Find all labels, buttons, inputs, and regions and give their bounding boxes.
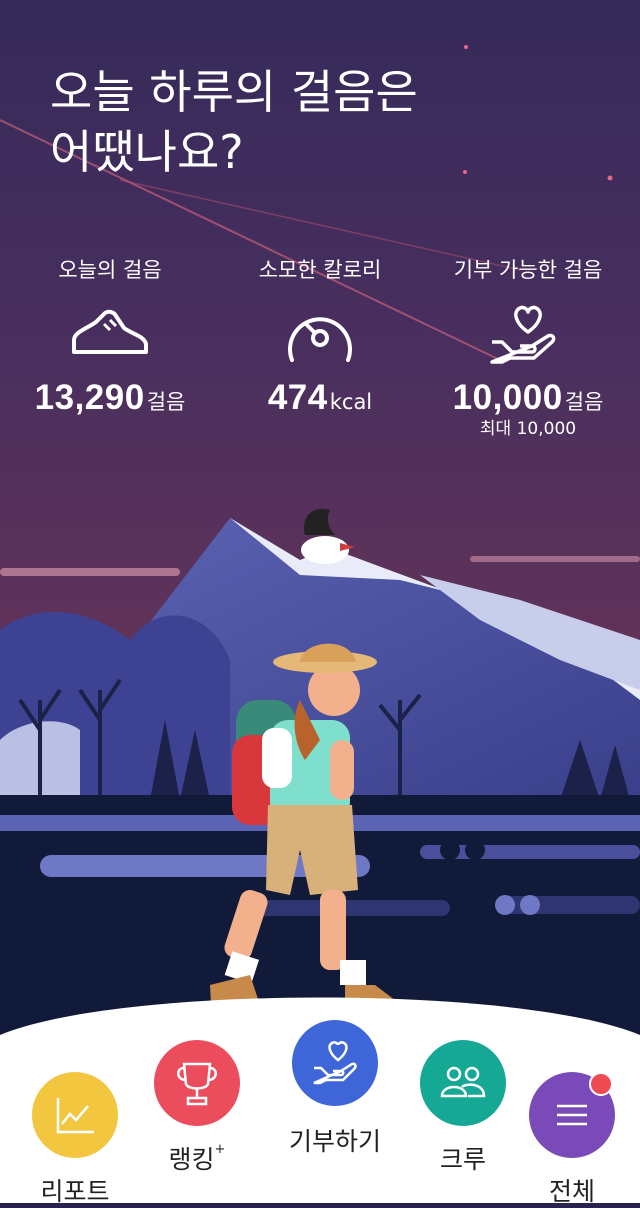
stat-donatable-label: 기부 가능한 걸음 bbox=[453, 258, 603, 282]
nav-donate-label: 기부하기 bbox=[288, 1127, 381, 1156]
chart-icon bbox=[56, 1098, 94, 1134]
heart-hand-icon bbox=[313, 1041, 357, 1085]
nav-crew-button[interactable]: 크루 bbox=[408, 1040, 518, 1176]
stat-steps-unit: 걸음 bbox=[146, 390, 186, 414]
page-title: 오늘 하루의 걸음은 어땠나요? bbox=[50, 62, 418, 182]
stat-steps-value: 13,290 bbox=[34, 378, 145, 417]
stat-steps: 오늘의 걸음 13,290걸음 bbox=[10, 256, 210, 418]
stat-donatable: 기부 가능한 걸음 10,000걸음 최대 10,000 bbox=[428, 256, 628, 439]
stat-calories-label: 소모한 칼로리 bbox=[258, 258, 382, 282]
stat-donatable-unit: 걸음 bbox=[564, 390, 604, 414]
stat-donatable-value: 10,000 bbox=[452, 378, 563, 417]
nav-crew-label: 크루 bbox=[439, 1145, 486, 1174]
people-icon bbox=[440, 1066, 486, 1098]
page-title-line2: 어땠나요? bbox=[50, 125, 244, 179]
nav-donate-circle bbox=[292, 1020, 378, 1106]
nav-report-button[interactable]: 리포트 bbox=[22, 1072, 128, 1208]
sneaker-icon bbox=[72, 309, 148, 354]
page-title-line1: 오늘 하루의 걸음은 bbox=[50, 65, 418, 119]
nav-ranking-circle bbox=[154, 1040, 240, 1126]
nav-report-circle bbox=[32, 1072, 118, 1158]
nav-donate-button[interactable]: 기부하기 bbox=[270, 1020, 400, 1158]
stat-steps-label: 오늘의 걸음 bbox=[58, 258, 162, 282]
nav-crew-circle bbox=[420, 1040, 506, 1126]
heart-hand-icon bbox=[490, 305, 556, 364]
stat-calories: 소모한 칼로리 474kcal bbox=[220, 256, 420, 418]
nav-all-button[interactable]: 전체 bbox=[520, 1072, 624, 1208]
nav-ranking-plus: + bbox=[214, 1142, 226, 1157]
trophy-icon bbox=[177, 1062, 217, 1106]
nav-all-circle bbox=[529, 1072, 615, 1158]
speedometer-icon bbox=[288, 317, 352, 362]
nav-ranking-button[interactable]: 랭킹+ bbox=[140, 1040, 254, 1176]
nav-ranking-label: 랭킹 bbox=[168, 1145, 215, 1174]
notification-badge bbox=[589, 1072, 613, 1096]
stat-calories-unit: kcal bbox=[329, 390, 373, 414]
stat-calories-value: 474 bbox=[267, 378, 328, 417]
